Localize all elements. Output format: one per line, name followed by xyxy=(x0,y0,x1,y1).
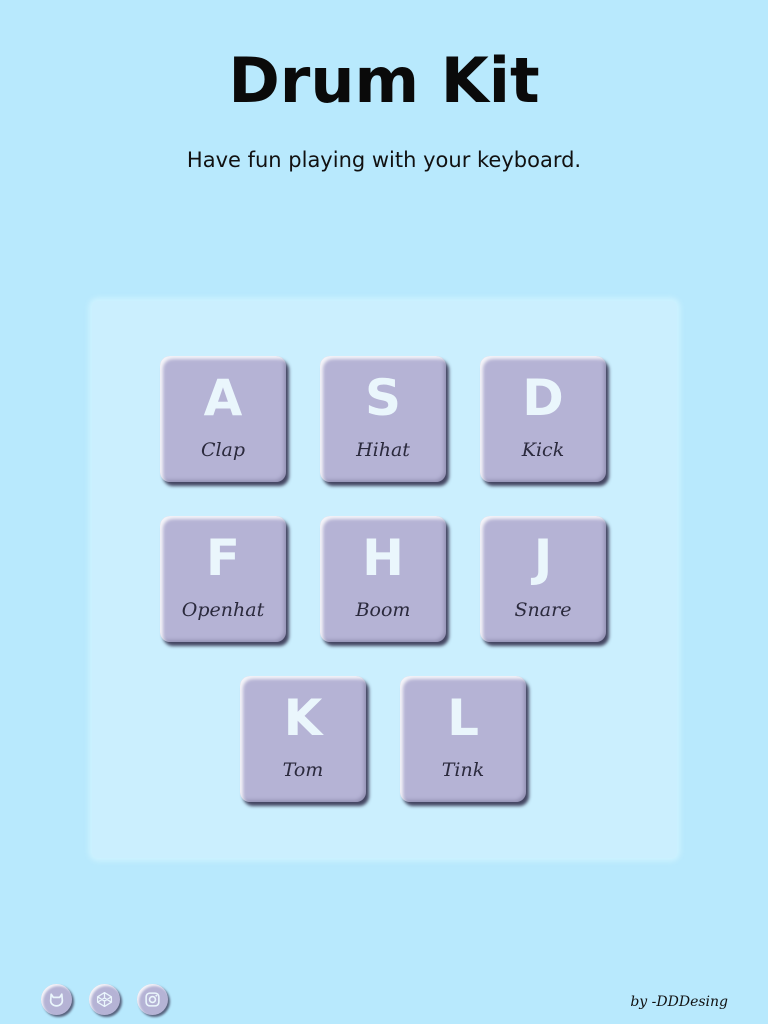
codepen-icon xyxy=(96,991,113,1008)
page-subtitle: Have fun playing with your keyboard. xyxy=(186,148,582,172)
key-letter: S xyxy=(364,369,401,427)
key-sound-label: Hihat xyxy=(356,439,410,461)
key-sound-label: Boom xyxy=(355,599,411,621)
instagram-link[interactable] xyxy=(137,984,168,1015)
key-sound-label: Snare xyxy=(514,599,572,621)
key-sound-label: Tom xyxy=(282,759,324,781)
drum-key-h[interactable]: H Boom xyxy=(320,516,446,642)
key-letter: D xyxy=(522,369,564,427)
key-letter: H xyxy=(362,529,404,587)
key-letter: J xyxy=(533,529,553,587)
github-link[interactable] xyxy=(41,984,72,1015)
github-icon xyxy=(49,993,64,1007)
drum-key-s[interactable]: S Hihat xyxy=(320,356,446,482)
page-title: Drum Kit xyxy=(228,44,540,117)
key-letter: K xyxy=(283,689,323,747)
key-letter: A xyxy=(203,369,243,427)
drum-key-d[interactable]: D Kick xyxy=(480,356,606,482)
key-sound-label: Kick xyxy=(521,439,565,461)
author-credit: by -DDDesing xyxy=(630,994,728,1010)
codepen-link[interactable] xyxy=(89,984,120,1015)
key-sound-label: Clap xyxy=(200,439,246,461)
drum-key-f[interactable]: F Openhat xyxy=(160,516,286,642)
drum-pad-panel: A Clap S Hihat D Kick F Openhat H Boom J… xyxy=(92,301,677,858)
key-letter: L xyxy=(447,689,479,747)
drum-key-j[interactable]: J Snare xyxy=(480,516,606,642)
drum-key-l[interactable]: L Tink xyxy=(400,676,526,802)
drum-key-a[interactable]: A Clap xyxy=(160,356,286,482)
instagram-icon xyxy=(145,992,160,1007)
key-sound-label: Openhat xyxy=(181,599,265,621)
drum-key-k[interactable]: K Tom xyxy=(240,676,366,802)
key-sound-label: Tink xyxy=(441,759,485,781)
key-letter: F xyxy=(205,529,241,587)
